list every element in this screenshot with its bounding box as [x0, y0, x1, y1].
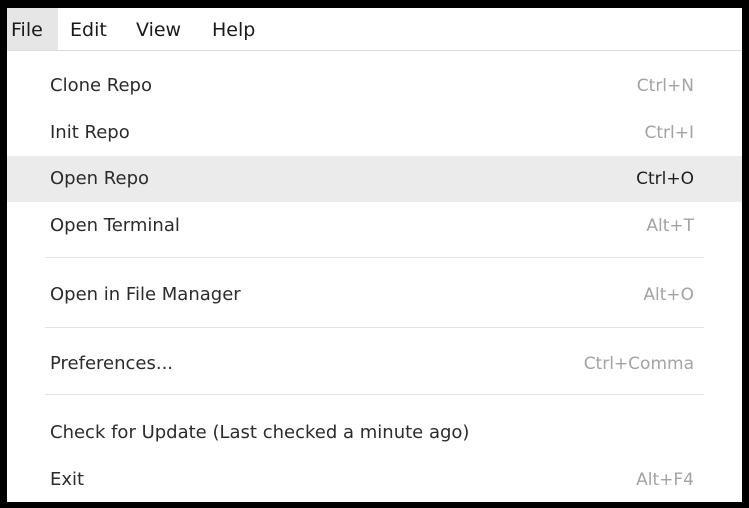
menu-item-label: Init Repo [50, 122, 130, 143]
menu-item-label: Exit [50, 469, 85, 490]
menu-item-open-repo[interactable]: Open Repo Ctrl+O [7, 156, 742, 202]
menu-item-open-in-file-manager[interactable]: Open in File Manager Alt+O [7, 272, 742, 318]
menu-file[interactable]: File [7, 8, 58, 50]
menu-item-clone-repo[interactable]: Clone Repo Ctrl+N [7, 63, 742, 109]
menu-item-exit[interactable]: Exit Alt+F4 [7, 457, 742, 503]
menu-edit[interactable]: Edit [70, 8, 107, 50]
application-window: File Edit View Help Clone Repo Ctrl+N In… [0, 0, 749, 508]
menu-item-label: Open Repo [50, 168, 150, 189]
file-dropdown-menu: Clone Repo Ctrl+N Init Repo Ctrl+I Open … [7, 51, 742, 502]
menu-item-label: Check for Update (Last checked a minute … [50, 422, 470, 443]
menu-item-shortcut: Alt+T [646, 216, 694, 236]
menu-item-label: Clone Repo [50, 75, 152, 96]
menu-item-label: Open Terminal [50, 215, 180, 236]
menu-help[interactable]: Help [212, 8, 255, 50]
menu-item-shortcut: Alt+F4 [636, 470, 694, 490]
menu-item-preferences[interactable]: Preferences... Ctrl+Comma [7, 341, 742, 387]
menu-item-shortcut: Ctrl+N [636, 76, 694, 96]
menu-separator [45, 394, 704, 395]
menu-item-shortcut: Ctrl+Comma [583, 354, 694, 374]
menu-view[interactable]: View [136, 8, 181, 50]
menu-separator [45, 257, 704, 258]
menu-bar: File Edit View Help [7, 8, 742, 51]
menu-item-label: Preferences... [50, 353, 174, 374]
menu-item-check-for-update[interactable]: Check for Update (Last checked a minute … [7, 410, 742, 456]
menu-item-init-repo[interactable]: Init Repo Ctrl+I [7, 110, 742, 156]
menu-item-label: Open in File Manager [50, 284, 241, 305]
menu-separator [45, 327, 704, 328]
menu-item-shortcut: Ctrl+O [636, 169, 694, 189]
menu-item-shortcut: Alt+O [643, 285, 694, 305]
menu-item-shortcut: Ctrl+I [644, 123, 694, 143]
menu-item-open-terminal[interactable]: Open Terminal Alt+T [7, 203, 742, 249]
